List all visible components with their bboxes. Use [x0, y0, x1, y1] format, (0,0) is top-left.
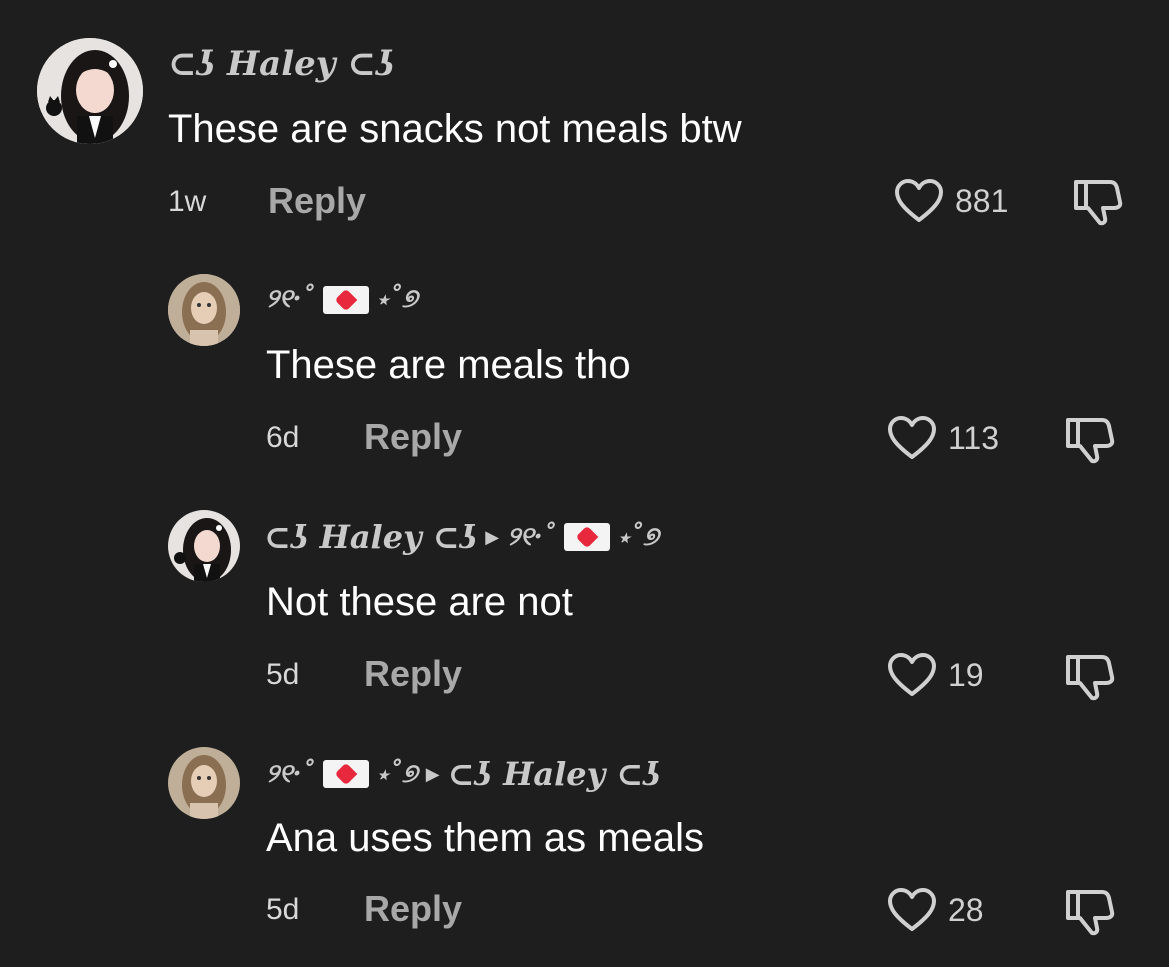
reply-button[interactable]: Reply — [364, 888, 462, 930]
thumbs-down-icon — [1066, 418, 1115, 464]
comment-text: These are snacks not meals btw — [168, 107, 742, 151]
like-count: 19 — [948, 656, 984, 693]
comment-reply: ⊂ʖ Haley ⊂ʖ ▶ ୨୧·˚ ⋆˚୭ Not these are not… — [0, 490, 1169, 725]
author-name: ⊂ʖ Haley ⊂ʖ — [168, 44, 395, 84]
reply-button[interactable]: Reply — [364, 416, 462, 458]
love-letter-icon — [563, 523, 610, 551]
heart-outline-icon — [895, 179, 943, 222]
like-button[interactable]: 28 — [886, 887, 984, 933]
author-name-suffix: ⋆˚୭ — [376, 758, 418, 789]
heart-outline-icon — [888, 416, 936, 459]
play-arrow-icon: ▶ — [485, 526, 500, 548]
comment-thread: ⊂ʖ Haley ⊂ʖ These are snacks not meals b… — [0, 0, 1169, 967]
author-name: ୨୧·˚ — [266, 284, 315, 314]
comment: ⊂ʖ Haley ⊂ʖ These are snacks not meals b… — [0, 0, 1169, 250]
heart-outline-icon — [888, 653, 936, 696]
like-button[interactable]: 113 — [886, 415, 999, 461]
play-arrow-icon: ▶ — [425, 763, 440, 785]
dislike-button[interactable] — [1064, 653, 1116, 706]
comment-timestamp: 5d — [266, 658, 300, 691]
thumbs-down-icon — [1066, 890, 1115, 936]
thumbs-down-icon — [1074, 180, 1123, 226]
comment-reply: ୨୧·˚ ⋆˚୭ These are meals tho 6d Reply 11… — [0, 250, 1169, 490]
author-name-suffix: ⋆˚୭ — [376, 284, 418, 314]
comment-text: These are meals tho — [266, 343, 631, 387]
like-count: 28 — [948, 891, 984, 928]
dislike-button[interactable] — [1064, 416, 1116, 469]
heart-outline-icon — [888, 888, 936, 931]
like-count: 881 — [955, 182, 1009, 219]
comment-text: Not these are not — [266, 580, 573, 624]
love-letter-icon — [322, 285, 369, 314]
comment-author[interactable]: ⊂ʖ Haley ⊂ʖ ▶ ୨୧·˚ ⋆˚୭ — [264, 518, 659, 556]
comment-timestamp: 1w — [168, 185, 207, 218]
dislike-button[interactable] — [1072, 178, 1124, 231]
reply-button[interactable]: Reply — [364, 653, 462, 695]
comment-reply: ୨୧·˚ ⋆˚୭ ▶ ⊂ʖ Haley ⊂ʖ Ana uses them as … — [0, 725, 1169, 967]
love-letter-icon — [322, 760, 369, 788]
reply-to-suffix: ⋆˚୭ — [617, 521, 659, 552]
comment-timestamp: 5d — [266, 893, 300, 926]
comment-timestamp: 6d — [266, 421, 300, 454]
like-button[interactable]: 881 — [893, 178, 1008, 224]
comment-text: Ana uses them as meals — [266, 816, 704, 860]
thumbs-down-icon — [1066, 655, 1115, 701]
avatar[interactable] — [168, 510, 240, 582]
avatar[interactable] — [168, 747, 240, 819]
like-button[interactable]: 19 — [886, 652, 984, 698]
author-name: ⊂ʖ Haley ⊂ʖ — [264, 518, 478, 556]
like-count: 113 — [948, 419, 1000, 456]
reply-to-name: ⊂ʖ Haley ⊂ʖ — [447, 755, 661, 793]
comment-author[interactable]: ୨୧·˚ ⋆˚୭ — [266, 284, 418, 315]
comment-author[interactable]: ୨୧·˚ ⋆˚୭ ▶ ⊂ʖ Haley ⊂ʖ — [266, 755, 661, 793]
dislike-button[interactable] — [1064, 888, 1116, 941]
author-name: ୨୧·˚ — [266, 758, 315, 789]
comment-author[interactable]: ⊂ʖ Haley ⊂ʖ — [168, 44, 395, 84]
reply-to-name: ୨୧·˚ — [507, 521, 556, 552]
avatar[interactable] — [168, 274, 240, 346]
reply-button[interactable]: Reply — [268, 180, 366, 222]
avatar[interactable] — [37, 38, 143, 144]
